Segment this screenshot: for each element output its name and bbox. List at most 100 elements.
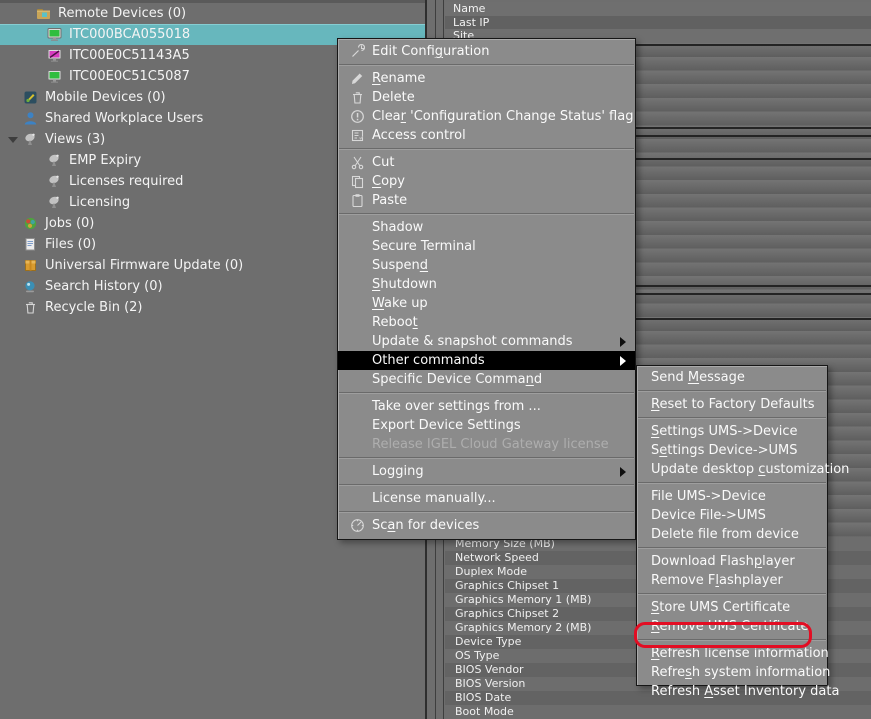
submenu-item-remove-ums-certificate[interactable]: Remove UMS Certificate — [637, 617, 827, 636]
submenu-item-update-desktop-customization[interactable]: Update desktop customization — [637, 460, 827, 479]
tree-item-label: ITC00E0C51143A5 — [69, 48, 190, 63]
menu-item-delete[interactable]: Delete — [338, 88, 635, 107]
table-section-border — [636, 318, 871, 320]
search-history-icon — [23, 279, 38, 294]
table-section-border — [636, 44, 871, 46]
submenu-item-settings-ums-to-device[interactable]: Settings UMS->Device — [637, 422, 827, 441]
submenu-item-label: Settings Device->UMS — [651, 443, 798, 458]
menu-item-update-snapshot-commands[interactable]: Update & snapshot commands — [338, 332, 635, 351]
submenu-arrow-icon — [620, 356, 626, 366]
scan-devices-icon — [346, 518, 368, 533]
menu-item-secure-terminal[interactable]: Secure Terminal — [338, 237, 635, 256]
tree-item-label: Universal Firmware Update (0) — [45, 258, 243, 273]
menu-separator — [339, 148, 634, 150]
folder-icon — [36, 6, 51, 21]
header-row-name[interactable]: Name — [445, 2, 871, 16]
submenu-item-remove-flashplayer[interactable]: Remove Flashplayer — [637, 571, 827, 590]
device-online-icon — [47, 69, 62, 84]
files-icon — [23, 237, 38, 252]
menu-separator — [638, 547, 826, 549]
tree-item-label: Views (3) — [45, 132, 105, 147]
menu-item-label: Edit Configuration — [372, 44, 489, 59]
view-icon — [47, 174, 62, 189]
menu-item-suspend[interactable]: Suspend — [338, 256, 635, 275]
submenu-item-store-ums-certificate[interactable]: Store UMS Certificate — [637, 598, 827, 617]
tree-item-label: Jobs (0) — [45, 216, 94, 231]
other-commands-submenu: Send Message Reset to Factory Defaults S… — [636, 365, 828, 686]
submenu-item-file-ums-to-device[interactable]: File UMS->Device — [637, 487, 827, 506]
menu-item-label: Specific Device Command — [372, 372, 542, 387]
menu-item-label: Update & snapshot commands — [372, 334, 573, 349]
menu-separator — [339, 213, 634, 215]
tree-item-label: Recycle Bin (2) — [45, 300, 143, 315]
menu-separator — [638, 482, 826, 484]
menu-item-shutdown[interactable]: Shutdown — [338, 275, 635, 294]
menu-item-wake-up[interactable]: Wake up — [338, 294, 635, 313]
submenu-item-label: Refresh license information — [651, 646, 829, 661]
menu-item-license-manually[interactable]: License manually... — [338, 489, 635, 508]
menu-item-access-control[interactable]: Access control — [338, 126, 635, 145]
submenu-item-refresh-license-information[interactable]: Refresh license information — [637, 644, 827, 663]
menu-item-logging[interactable]: Logging — [338, 462, 635, 481]
menu-separator — [638, 417, 826, 419]
menu-item-label: Other commands — [372, 353, 485, 368]
submenu-item-label: Reset to Factory Defaults — [651, 397, 815, 412]
menu-separator — [339, 64, 634, 66]
menu-item-edit-configuration[interactable]: Edit Configuration — [338, 42, 635, 61]
menu-separator — [339, 392, 634, 394]
tree-item-label: Licenses required — [69, 174, 183, 189]
menu-item-label: Wake up — [372, 296, 428, 311]
menu-item-label: Release IGEL Cloud Gateway license — [372, 437, 609, 452]
property-row[interactable]: Boot Mode — [445, 705, 871, 719]
view-icon — [47, 153, 62, 168]
table-section-border — [636, 293, 871, 295]
submenu-item-label: Update desktop customization — [651, 462, 849, 477]
submenu-item-delete-file-from-device[interactable]: Delete file from device — [637, 525, 827, 544]
access-control-icon — [346, 128, 368, 143]
submenu-item-settings-device-to-ums[interactable]: Settings Device->UMS — [637, 441, 827, 460]
menu-item-paste[interactable]: Paste — [338, 191, 635, 210]
submenu-item-label: Download Flashplayer — [651, 554, 795, 569]
device-context-menu: Edit Configuration Rename Delete Clear '… — [337, 38, 636, 540]
table-section-border — [636, 158, 871, 160]
menu-item-specific-device-command[interactable]: Specific Device Command — [338, 370, 635, 389]
submenu-item-send-message[interactable]: Send Message — [637, 368, 827, 387]
tree-item-label: ITC000BCA055018 — [69, 27, 190, 42]
clear-flag-icon — [346, 109, 368, 124]
submenu-item-device-file-to-ums[interactable]: Device File->UMS — [637, 506, 827, 525]
submenu-item-refresh-asset-inventory-data[interactable]: Refresh Asset Inventory data — [637, 682, 827, 701]
menu-item-cut[interactable]: Cut — [338, 153, 635, 172]
tree-item-label: EMP Expiry — [69, 153, 141, 168]
table-section-border — [636, 285, 871, 287]
submenu-item-label: Device File->UMS — [651, 508, 766, 523]
device-online-icon — [47, 27, 62, 42]
menu-item-label: Reboot — [372, 315, 418, 330]
tree-item-label: Search History (0) — [45, 279, 163, 294]
tree-item-label: Remote Devices (0) — [58, 6, 186, 21]
submenu-item-label: Store UMS Certificate — [651, 600, 790, 615]
menu-item-label: Suspend — [372, 258, 428, 273]
menu-item-shadow[interactable]: Shadow — [338, 218, 635, 237]
menu-item-label: License manually... — [372, 491, 496, 506]
menu-item-other-commands[interactable]: Other commands — [338, 351, 635, 370]
table-section-border — [636, 135, 871, 137]
menu-separator — [339, 457, 634, 459]
submenu-item-download-flashplayer[interactable]: Download Flashplayer — [637, 552, 827, 571]
collapse-expander-icon[interactable] — [8, 137, 18, 143]
rename-icon — [346, 71, 368, 86]
cut-icon — [346, 155, 368, 170]
menu-item-export-device-settings[interactable]: Export Device Settings — [338, 416, 635, 435]
tree-item-label: Mobile Devices (0) — [45, 90, 166, 105]
table-section-border — [636, 127, 871, 129]
submenu-item-refresh-system-information[interactable]: Refresh system information — [637, 663, 827, 682]
menu-item-label: Cut — [372, 155, 394, 170]
tree-item-remote-devices[interactable]: Remote Devices (0) — [0, 3, 425, 24]
menu-item-clear-configuration-change-status-flag[interactable]: Clear 'Configuration Change Status' flag — [338, 107, 635, 126]
menu-item-reboot[interactable]: Reboot — [338, 313, 635, 332]
submenu-item-reset-to-factory-defaults[interactable]: Reset to Factory Defaults — [637, 395, 827, 414]
header-row-last-ip[interactable]: Last IP — [445, 16, 871, 30]
menu-item-copy[interactable]: Copy — [338, 172, 635, 191]
menu-item-take-over-settings-from[interactable]: Take over settings from ... — [338, 397, 635, 416]
menu-item-scan-for-devices[interactable]: Scan for devices — [338, 516, 635, 535]
menu-item-rename[interactable]: Rename — [338, 69, 635, 88]
